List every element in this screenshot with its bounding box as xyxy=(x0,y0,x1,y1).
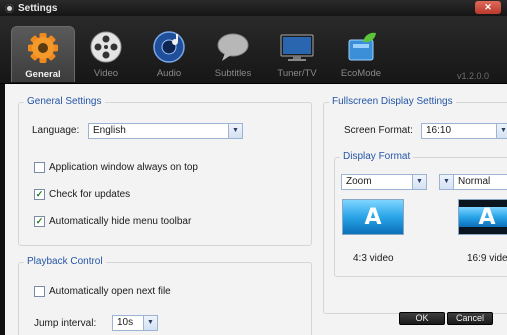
speaker-icon xyxy=(153,31,185,63)
settings-window: Settings ✕ General Video Audio Subtitles… xyxy=(0,0,507,335)
tab-tuner-tv-label: Tuner/TV xyxy=(277,68,317,79)
film-reel-icon xyxy=(90,31,122,63)
tab-general-label: General xyxy=(25,69,61,80)
jump-interval-value: 10s xyxy=(117,317,134,328)
screen-format-select[interactable]: 16:10 ▼ xyxy=(421,123,507,139)
gear-icon xyxy=(28,33,58,63)
title-bar[interactable]: Settings ✕ xyxy=(0,0,507,16)
tab-audio[interactable]: Audio xyxy=(137,26,201,82)
chevron-down-icon[interactable]: ▼ xyxy=(143,316,157,330)
chevron-down-icon[interactable]: ▼ xyxy=(412,175,426,189)
always-on-top-checkbox[interactable] xyxy=(34,162,45,173)
window-title: Settings xyxy=(18,2,58,14)
close-button[interactable]: ✕ xyxy=(475,1,501,14)
tv-monitor-icon xyxy=(280,34,314,61)
chevron-down-icon[interactable]: ▼ xyxy=(228,124,242,138)
display-format-group: Display Format Zoom ▼ ▼ Normal A A 4:3 v… xyxy=(334,151,507,277)
tab-ecomode[interactable]: EcoMode xyxy=(329,26,393,82)
language-label: Language: xyxy=(32,125,80,136)
settings-content: General Settings Language: English ▼ App… xyxy=(5,84,507,335)
format-left-select[interactable]: Zoom ▼ xyxy=(341,174,427,190)
auto-open-next-checkbox[interactable] xyxy=(34,286,45,297)
caption-4-3: 4:3 video xyxy=(353,253,394,264)
jump-interval-label: Jump interval: xyxy=(34,318,97,329)
tab-ecomode-label: EcoMode xyxy=(340,68,382,79)
caption-16-9: 16:9 video xyxy=(467,253,507,264)
screen-format-value: 16:10 xyxy=(426,125,452,136)
preview-4-3-image: A xyxy=(342,199,404,235)
chevron-down-icon[interactable]: ▼ xyxy=(496,124,507,138)
hide-toolbar-checkbox[interactable]: ✓ xyxy=(34,216,45,227)
tab-subtitles[interactable]: Subtitles xyxy=(201,26,265,82)
chevron-down-icon[interactable]: ▼ xyxy=(440,175,454,189)
tab-general[interactable]: General xyxy=(11,26,75,82)
fullscreen-settings-group: Fullscreen Display Settings Screen Forma… xyxy=(323,96,507,314)
fullscreen-settings-legend: Fullscreen Display Settings xyxy=(329,96,456,107)
tab-audio-label: Audio xyxy=(156,68,182,79)
app-icon xyxy=(5,3,14,13)
version-label: v1.2.0.0 xyxy=(456,71,489,81)
battery-leaf-icon xyxy=(348,32,376,61)
language-select[interactable]: English ▼ xyxy=(88,123,243,139)
screen-format-label: Screen Format: xyxy=(344,125,413,136)
ok-button[interactable]: OK xyxy=(399,312,445,325)
tab-video-label: Video xyxy=(93,68,119,79)
format-left-value: Zoom xyxy=(346,176,372,187)
playback-control-legend: Playback Control xyxy=(24,256,106,267)
always-on-top-label: Application window always on top xyxy=(49,162,198,173)
jump-interval-select[interactable]: 10s ▼ xyxy=(112,315,158,331)
category-toolbar: General Video Audio Subtitles Tuner/TV E… xyxy=(0,16,507,84)
check-updates-label: Check for updates xyxy=(49,189,131,200)
check-updates-checkbox[interactable]: ✓ xyxy=(34,189,45,200)
speech-bubble-icon xyxy=(217,33,249,61)
preview-4-3-letter: A xyxy=(364,205,382,230)
cancel-button[interactable]: Cancel xyxy=(447,312,493,325)
display-format-legend: Display Format xyxy=(340,151,414,162)
language-select-value: English xyxy=(93,125,126,136)
preview-16-9-image: A xyxy=(458,199,507,235)
tab-video[interactable]: Video xyxy=(74,26,138,82)
format-right-select[interactable]: ▼ Normal xyxy=(439,174,507,190)
tab-subtitles-label: Subtitles xyxy=(214,68,252,79)
hide-toolbar-label: Automatically hide menu toolbar xyxy=(49,216,192,227)
playback-control-group: Playback Control Automatically open next… xyxy=(18,256,312,335)
general-settings-group: General Settings Language: English ▼ App… xyxy=(18,96,312,246)
tab-tuner-tv[interactable]: Tuner/TV xyxy=(265,26,329,82)
general-settings-legend: General Settings xyxy=(24,96,105,107)
preview-16-9-letter: A xyxy=(478,205,496,230)
auto-open-next-label: Automatically open next file xyxy=(49,286,171,297)
